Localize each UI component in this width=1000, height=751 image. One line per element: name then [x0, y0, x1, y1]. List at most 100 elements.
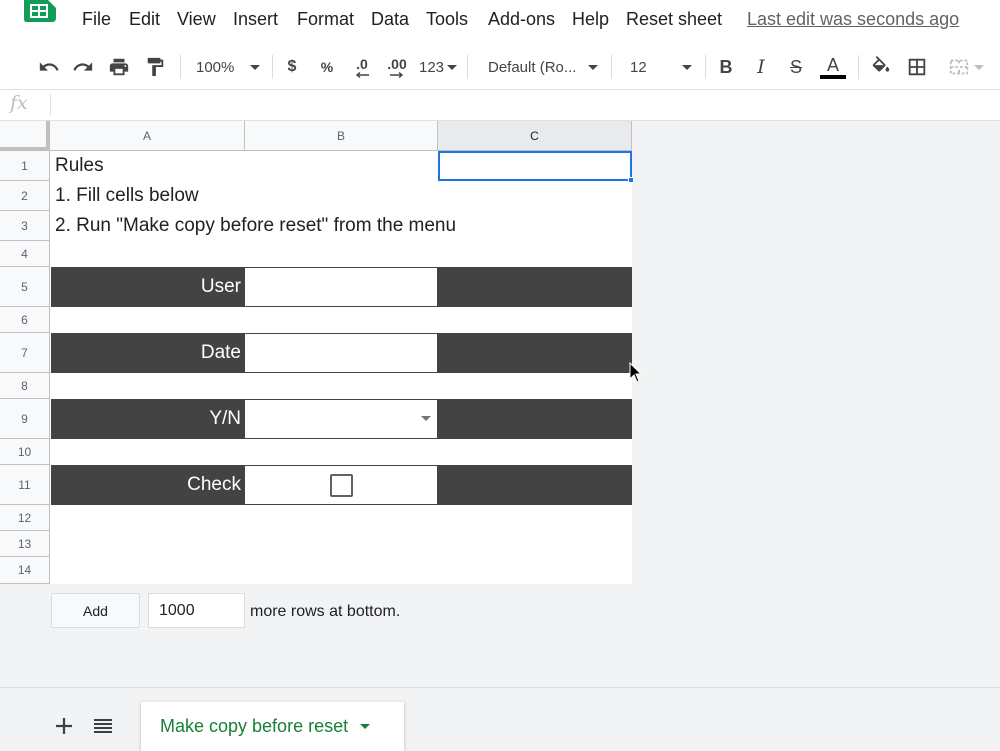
percent-format-button[interactable]: % [316, 54, 338, 80]
chevron-down-icon[interactable] [360, 724, 371, 729]
row-header-1[interactable]: 1 [0, 151, 50, 181]
column-header-b[interactable]: B [245, 121, 438, 151]
increase-decimal-button[interactable]: .00 [383, 54, 411, 80]
decrease-decimal-label: .0 [356, 56, 368, 72]
column-header-c[interactable]: C [438, 121, 632, 151]
cell-a2[interactable]: 1. Fill cells below [55, 181, 199, 211]
select-all-corner[interactable] [0, 121, 50, 151]
toolbar-divider [705, 55, 706, 79]
more-formats-label: 123 [418, 58, 445, 76]
yn-dropdown-cell[interactable] [244, 399, 438, 439]
print-button[interactable] [106, 54, 132, 80]
row-header-7[interactable]: 7 [0, 333, 50, 373]
menu-reset-sheet[interactable]: Reset sheet [626, 9, 722, 30]
menu-tools[interactable]: Tools [426, 9, 468, 30]
borders-icon [908, 58, 926, 76]
zoom-select[interactable]: 100% [190, 54, 264, 80]
checkbox-icon[interactable] [330, 474, 353, 497]
add-sheet-icon[interactable] [52, 714, 76, 738]
bold-button[interactable]: B [714, 54, 738, 80]
borders-button[interactable] [904, 54, 930, 80]
strikethrough-label: S [789, 56, 802, 77]
more-formats-button[interactable]: 123 [418, 54, 458, 80]
chevron-down-icon [588, 64, 598, 70]
merge-cells-button[interactable] [942, 54, 990, 80]
redo-icon [73, 62, 93, 71]
print-icon [109, 58, 129, 76]
paint-format-button[interactable] [142, 54, 168, 80]
column-header-a[interactable]: A [50, 121, 245, 151]
fx-icon: fx [10, 92, 28, 114]
toolbar-divider [180, 55, 181, 79]
menu-help[interactable]: Help [572, 9, 609, 30]
italic-button[interactable]: I [749, 54, 773, 80]
row-header-9[interactable]: 9 [0, 399, 50, 439]
date-label: Date [200, 342, 241, 363]
menu-format[interactable]: Format [297, 9, 354, 30]
paint-format-icon [147, 57, 164, 77]
row-header-8[interactable]: 8 [0, 373, 50, 399]
sheet-bar: Make copy before reset [0, 687, 1000, 751]
percent-label: % [320, 59, 334, 75]
more-rows-label: more rows at bottom. [250, 603, 401, 620]
text-color-label: A [826, 55, 839, 75]
row-header-14[interactable]: 14 [0, 557, 50, 584]
toolbar: 100% $ % .0 .00 123 Default (Ro... 12 B … [0, 44, 1000, 90]
row-header-3[interactable]: 3 [0, 211, 50, 241]
sheet-tab-active[interactable]: Make copy before reset [141, 702, 404, 751]
user-input-cell[interactable] [244, 267, 438, 307]
redo-button[interactable] [70, 54, 96, 80]
dropdown-arrow-icon[interactable] [421, 416, 431, 421]
chevron-down-icon [974, 64, 984, 70]
all-sheets-menu-icon[interactable] [92, 716, 114, 736]
menu-view[interactable]: View [177, 9, 216, 30]
cell-a3[interactable]: 2. Run "Make copy before reset" from the… [55, 211, 456, 241]
row-header-4[interactable]: 4 [0, 241, 50, 267]
sheets-logo-icon[interactable] [22, 0, 56, 22]
row-header-13[interactable]: 13 [0, 531, 50, 557]
sheet-tab-label: Make copy before reset [160, 716, 349, 736]
font-family-value: Default (Ro... [488, 58, 577, 76]
menu-file[interactable]: File [82, 9, 111, 30]
row-header-2[interactable]: 2 [0, 181, 50, 211]
menu-edit[interactable]: Edit [129, 9, 160, 30]
merge-cells-icon [949, 59, 969, 75]
text-color-button[interactable]: A [818, 54, 848, 80]
toolbar-divider [467, 55, 468, 79]
formula-bar[interactable]: fx [0, 90, 1000, 121]
decrease-decimal-button[interactable]: .0 [349, 54, 375, 80]
toolbar-divider [272, 55, 273, 79]
fill-color-button[interactable] [868, 54, 894, 80]
chevron-down-icon [682, 64, 692, 70]
rows-count-input[interactable] [148, 593, 245, 628]
menu-add-ons[interactable]: Add-ons [488, 9, 555, 30]
currency-format-button[interactable]: $ [281, 54, 303, 80]
font-family-select[interactable]: Default (Ro... [482, 54, 602, 80]
spreadsheet-grid: A B C 1 2 3 4 5 6 7 8 9 10 11 12 13 14 R… [0, 121, 634, 584]
strikethrough-button[interactable]: S [784, 54, 808, 80]
row-header-11[interactable]: 11 [0, 465, 50, 505]
cell-a1[interactable]: Rules [55, 151, 104, 181]
undo-icon [39, 62, 59, 71]
selected-cell-c1[interactable] [438, 151, 632, 181]
toolbar-divider [858, 55, 859, 79]
menu-insert[interactable]: Insert [233, 9, 278, 30]
paint-bucket-icon [872, 56, 890, 72]
row-header-5[interactable]: 5 [0, 267, 50, 307]
row-header-12[interactable]: 12 [0, 505, 50, 531]
fill-handle[interactable] [628, 177, 634, 183]
formula-divider [50, 94, 51, 116]
chevron-down-icon [447, 64, 458, 70]
row-header-10[interactable]: 10 [0, 439, 50, 465]
date-input-cell[interactable] [244, 333, 438, 373]
italic-label: I [757, 56, 765, 78]
undo-button[interactable] [36, 54, 62, 80]
add-rows-button[interactable]: Add [51, 593, 140, 628]
font-size-select[interactable]: 12 [622, 54, 696, 80]
check-checkbox-cell[interactable] [244, 465, 438, 505]
currency-label: $ [287, 58, 297, 75]
zoom-value: 100% [196, 58, 235, 76]
row-header-6[interactable]: 6 [0, 307, 50, 333]
last-edit-link[interactable]: Last edit was seconds ago [747, 9, 959, 30]
menu-data[interactable]: Data [371, 9, 409, 30]
